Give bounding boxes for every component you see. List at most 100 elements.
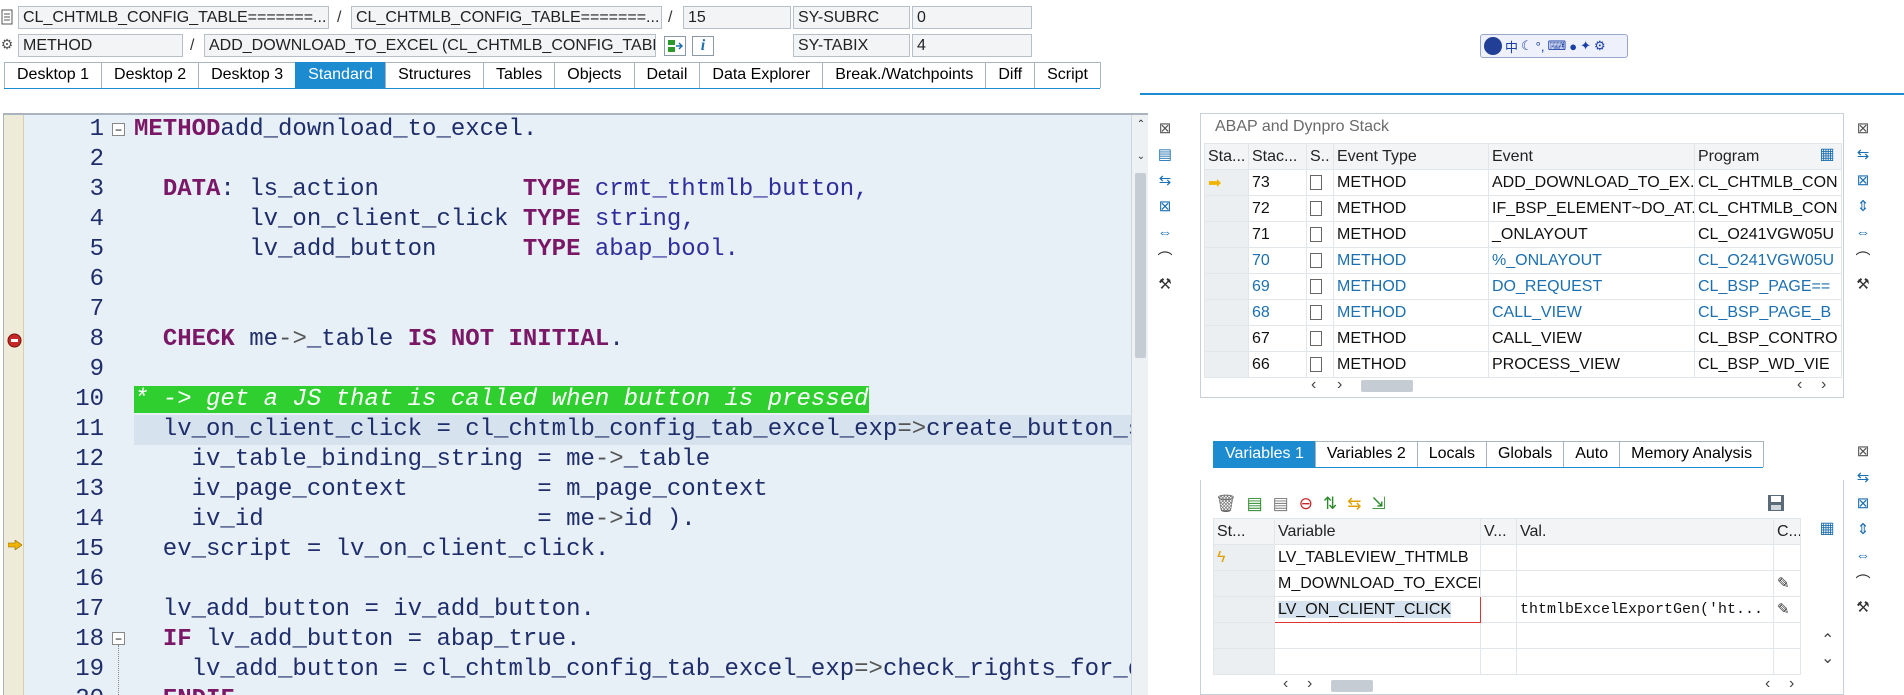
- close-tool-icon[interactable]: ⊠: [1852, 117, 1874, 139]
- transfer-icon[interactable]: ⇆: [1347, 494, 1361, 514]
- tab-desktop-3[interactable]: Desktop 3: [198, 62, 297, 88]
- code-line[interactable]: lv_on_client_click = cl_chtmlb_config_ta…: [134, 415, 1134, 445]
- undock-tool-icon[interactable]: ⌒: [1852, 570, 1874, 592]
- scroll-up-icon[interactable]: ⌃: [1134, 119, 1148, 130]
- maximize-tool-icon[interactable]: ⊠: [1852, 492, 1874, 514]
- scroll-right-icon[interactable]: ›: [1789, 675, 1794, 693]
- scroll-thumb[interactable]: [1331, 680, 1373, 692]
- stack-row[interactable]: 69 METHOD DO_REQUEST CL_BSP_PAGE==: [1204, 273, 1842, 300]
- tab-objects[interactable]: Objects: [554, 62, 635, 88]
- column-header[interactable]: Stac...: [1248, 143, 1307, 170]
- stack-row[interactable]: ➡ 73 METHOD ADD_DOWNLOAD_TO_EX... CL_CHTMLB_…: [1204, 169, 1842, 196]
- services-tool-icon[interactable]: ⚒: [1852, 273, 1874, 295]
- delete-icon[interactable]: 🗑: [1215, 494, 1237, 514]
- variables-hscroll[interactable]: ‹ › ‹ ›: [1283, 675, 1803, 694]
- event-type-field[interactable]: METHOD: [18, 34, 183, 57]
- tab-locals[interactable]: Locals: [1416, 441, 1487, 467]
- compare-icon[interactable]: ⇅: [1323, 494, 1337, 514]
- resize-v-tool-icon[interactable]: ⇕: [1852, 518, 1874, 540]
- var-scroll-down-icon[interactable]: ⌄: [1821, 648, 1834, 668]
- close-tool-icon[interactable]: ⊠: [1154, 117, 1176, 139]
- info-icon[interactable]: i: [692, 36, 714, 56]
- code-line[interactable]: lv_on_client_click TYPE string,: [134, 205, 695, 235]
- close-tool-icon[interactable]: ⊠: [1852, 440, 1874, 462]
- variable-name-cell[interactable]: LV_TABLEVIEW_THTMLB: [1274, 544, 1481, 571]
- code-line[interactable]: lv_add_button = cl_chtmlb_config_tab_exc…: [134, 655, 1134, 685]
- scroll-right-icon[interactable]: ›: [1337, 376, 1342, 394]
- edit-pencil-icon[interactable]: ✎: [1777, 575, 1790, 592]
- column-header[interactable]: Variable: [1274, 518, 1481, 545]
- code-line[interactable]: lv_add_button = iv_add_button.: [134, 595, 595, 625]
- variable-value-cell[interactable]: [1516, 648, 1774, 675]
- undock-tool-icon[interactable]: ⌒: [1154, 247, 1176, 269]
- code-line[interactable]: iv_page_context = m_page_context: [134, 475, 768, 505]
- stack-row[interactable]: 68 METHOD CALL_VIEW CL_BSP_PAGE_B: [1204, 299, 1842, 326]
- stack-hscroll[interactable]: ‹ › ‹ ›: [1311, 376, 1839, 394]
- variable-row[interactable]: [1213, 622, 1801, 649]
- code-line[interactable]: ev_script = lv_on_client_click.: [134, 535, 609, 565]
- layout-grid-icon[interactable]: ▦: [1817, 518, 1837, 538]
- column-header[interactable]: Event Type: [1333, 143, 1489, 170]
- variable-change-cell[interactable]: [1773, 544, 1801, 571]
- column-header[interactable]: C...: [1773, 518, 1801, 545]
- scroll-left-icon[interactable]: ‹: [1311, 376, 1316, 394]
- code-area[interactable]: METHODadd_download_to_excel. DATA: ls_ac…: [134, 115, 1134, 695]
- code-line[interactable]: iv_id = me->id ).: [134, 505, 696, 535]
- variable-value-cell[interactable]: thtmlbExcelExportGen('ht...: [1516, 596, 1774, 623]
- tab-tables[interactable]: Tables: [483, 62, 556, 88]
- breakpoint-icon[interactable]: [7, 333, 22, 348]
- stack-row[interactable]: 70 METHOD %_ONLAYOUT CL_O241VGW05U: [1204, 247, 1842, 274]
- navigate-icon[interactable]: [664, 36, 686, 56]
- collapse-icon[interactable]: −: [112, 123, 125, 136]
- insert-icon[interactable]: ▤: [1247, 494, 1263, 514]
- variable-value-cell[interactable]: [1516, 622, 1774, 649]
- code-line[interactable]: ENDIF.: [134, 685, 249, 695]
- save-icon[interactable]: [1765, 492, 1787, 514]
- scroll-thumb[interactable]: [1135, 173, 1146, 358]
- remove-icon[interactable]: ⊖: [1299, 494, 1313, 514]
- scroll-right-icon[interactable]: ›: [1821, 376, 1826, 394]
- column-header[interactable]: Val.: [1516, 518, 1774, 545]
- var-scroll-up-icon[interactable]: ⌃: [1821, 630, 1834, 650]
- tab-variables-2[interactable]: Variables 2: [1314, 441, 1418, 467]
- resize-tool-icon[interactable]: ⇔: [1852, 544, 1874, 566]
- stack-row[interactable]: 72 METHOD IF_BSP_ELEMENT~DO_AT... CL_CHTMLB…: [1204, 195, 1842, 222]
- scroll-left-icon[interactable]: ‹: [1765, 675, 1770, 693]
- tab-script[interactable]: Script: [1034, 62, 1101, 88]
- tab-globals[interactable]: Globals: [1485, 441, 1565, 467]
- tab-break-watchpoints[interactable]: Break./Watchpoints: [822, 62, 987, 88]
- sysvar-name-1[interactable]: SY-SUBRC: [793, 6, 910, 29]
- resize-tool-icon[interactable]: ⇔: [1852, 221, 1874, 243]
- stack-row[interactable]: 66 METHOD PROCESS_VIEW CL_BSP_WD_VIE: [1204, 351, 1842, 378]
- variable-row[interactable]: LV_ON_CLIENT_CLICK thtmlbExcelExportGen('…: [1213, 596, 1801, 623]
- tab-diff[interactable]: Diff: [985, 62, 1036, 88]
- program-field[interactable]: CL_CHTMLB_CONFIG_TABLE=======...: [18, 6, 329, 29]
- variable-name-cell[interactable]: M_DOWNLOAD_TO_EXCEL: [1274, 570, 1481, 597]
- services-tool-icon[interactable]: ⚒: [1852, 596, 1874, 618]
- variable-name-cell[interactable]: [1274, 648, 1481, 675]
- tab-desktop-2[interactable]: Desktop 2: [101, 62, 200, 88]
- code-line[interactable]: IF lv_add_button = abap_true.: [134, 625, 581, 655]
- code-line[interactable]: * -> get a JS that is called when button…: [134, 385, 869, 415]
- column-header[interactable]: St...: [1213, 518, 1275, 545]
- scroll-right-icon[interactable]: ›: [1307, 675, 1312, 693]
- column-header[interactable]: V...: [1480, 518, 1517, 545]
- column-header[interactable]: S..: [1306, 143, 1334, 170]
- edit-pencil-icon[interactable]: ✎: [1777, 601, 1790, 618]
- variable-name[interactable]: LV_ON_CLIENT_CLICK: [1278, 600, 1452, 618]
- sysvar-name-2[interactable]: SY-TABIX: [793, 34, 910, 57]
- column-header[interactable]: Event: [1488, 143, 1695, 170]
- resize-v-tool-icon[interactable]: ⇕: [1852, 195, 1874, 217]
- maximize-tool-icon[interactable]: ⊠: [1852, 169, 1874, 191]
- new-tool-icon[interactable]: ▤: [1154, 143, 1176, 165]
- breakpoint-gutter[interactable]: [4, 115, 24, 695]
- stack-row[interactable]: 67 METHOD CALL_VIEW CL_BSP_CONTRO: [1204, 325, 1842, 352]
- stack-row[interactable]: 71 METHOD _ONLAYOUT CL_O241VGW05U: [1204, 221, 1842, 248]
- code-line[interactable]: METHODadd_download_to_excel.: [134, 115, 537, 145]
- export-icon[interactable]: ⇲: [1371, 494, 1385, 514]
- scroll-down-icon[interactable]: ⌄: [1134, 151, 1148, 162]
- scroll-thumb[interactable]: [1361, 380, 1413, 392]
- code-line[interactable]: lv_add_button TYPE abap_bool.: [134, 235, 739, 265]
- tab-auto[interactable]: Auto: [1563, 441, 1621, 467]
- swap-tool-icon[interactable]: ⇆: [1852, 466, 1874, 488]
